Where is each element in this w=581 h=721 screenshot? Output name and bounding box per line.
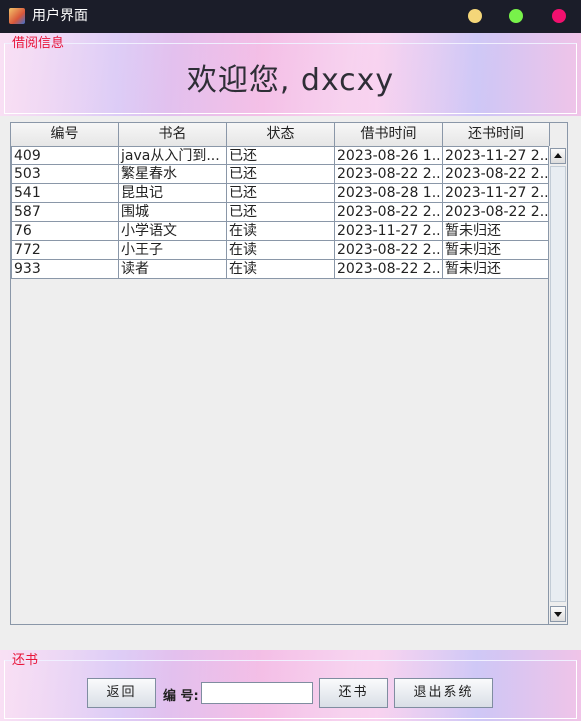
table-cell[interactable]: 已还 bbox=[227, 184, 335, 203]
return-book-button[interactable]: 还书 bbox=[319, 678, 388, 708]
table-cell[interactable]: 541 bbox=[11, 184, 119, 203]
welcome-text: 欢迎您, dxcxy bbox=[186, 63, 395, 98]
table-cell[interactable]: 暂未归还 bbox=[443, 241, 550, 260]
table-row[interactable]: 772 小王子 在读 2023-08-22 2... 暂未归还 bbox=[11, 241, 550, 260]
table-cell[interactable]: 繁星春水 bbox=[119, 165, 227, 184]
exit-system-button[interactable]: 退出系统 bbox=[394, 678, 493, 708]
arrow-up-icon bbox=[554, 153, 562, 158]
table-cell[interactable]: 围城 bbox=[119, 203, 227, 222]
table-cell[interactable]: 2023-11-27 2... bbox=[443, 184, 550, 203]
column-header[interactable]: 书名 bbox=[119, 123, 227, 146]
table-cell[interactable]: 2023-11-27 2... bbox=[443, 146, 550, 165]
table-row[interactable]: 76 小学语文 在读 2023-11-27 2... 暂未归还 bbox=[11, 222, 550, 241]
back-button[interactable]: 返回 bbox=[87, 678, 156, 708]
java-app-icon bbox=[9, 8, 25, 24]
return-panel-title: 还书 bbox=[12, 653, 39, 668]
arrow-down-icon bbox=[554, 612, 562, 617]
scroll-up-button[interactable] bbox=[550, 148, 566, 164]
table-cell[interactable]: 已还 bbox=[227, 146, 335, 165]
table-cell[interactable]: 2023-08-22 2... bbox=[335, 241, 443, 260]
table-cell[interactable]: 76 bbox=[11, 222, 119, 241]
table-cell[interactable]: 503 bbox=[11, 165, 119, 184]
table-cell[interactable]: 2023-08-28 1... bbox=[335, 184, 443, 203]
table-cell[interactable]: 933 bbox=[11, 260, 119, 279]
table-cell[interactable]: 587 bbox=[11, 203, 119, 222]
column-header[interactable]: 编号 bbox=[11, 123, 119, 146]
table-cell[interactable]: 在读 bbox=[227, 222, 335, 241]
table-cell[interactable]: 409 bbox=[11, 146, 119, 165]
window-title: 用户界面 bbox=[32, 8, 88, 24]
table-cell[interactable]: 2023-08-22 2... bbox=[335, 260, 443, 279]
table-cell[interactable]: 读者 bbox=[119, 260, 227, 279]
id-label: 编 号: bbox=[163, 689, 199, 704]
table-row[interactable]: 933 读者 在读 2023-08-22 2... 暂未归还 bbox=[11, 260, 550, 279]
return-panel: 还书 返回 编 号: 还书 退出系统 bbox=[0, 650, 581, 721]
borrow-info-title: 借阅信息 bbox=[12, 36, 65, 51]
table-row[interactable]: 409 java从入门到... 已还 2023-08-26 1... 2023-11-2… bbox=[11, 146, 550, 165]
title-bar: 用户界面 bbox=[0, 0, 581, 33]
table-cell[interactable]: 在读 bbox=[227, 260, 335, 279]
scroll-track[interactable] bbox=[550, 166, 566, 602]
table-cell[interactable]: java从入门到... bbox=[119, 146, 227, 165]
table-cell[interactable]: 2023-08-22 2... bbox=[443, 165, 550, 184]
table-cell[interactable]: 2023-08-22 2... bbox=[335, 203, 443, 222]
table-cell[interactable]: 小学语文 bbox=[119, 222, 227, 241]
column-header[interactable]: 还书时间 bbox=[443, 123, 550, 146]
column-header[interactable]: 借书时间 bbox=[335, 123, 443, 146]
close-button[interactable] bbox=[552, 9, 566, 23]
minimize-button[interactable] bbox=[468, 9, 482, 23]
table-cell[interactable]: 小王子 bbox=[119, 241, 227, 260]
table-body: 409 java从入门到... 已还 2023-08-26 1... 2023-11-2… bbox=[11, 146, 550, 279]
table-row[interactable]: 541 昆虫记 已还 2023-08-28 1... 2023-11-27 2... bbox=[11, 184, 550, 203]
book-id-input[interactable] bbox=[201, 682, 313, 704]
borrow-info-panel: 借阅信息 欢迎您, dxcxy bbox=[0, 33, 581, 116]
scroll-down-button[interactable] bbox=[550, 606, 566, 622]
table-cell[interactable]: 2023-08-22 2... bbox=[443, 203, 550, 222]
table-cell[interactable]: 昆虫记 bbox=[119, 184, 227, 203]
table-cell[interactable]: 772 bbox=[11, 241, 119, 260]
table-cell[interactable]: 暂未归还 bbox=[443, 222, 550, 241]
table-cell[interactable]: 暂未归还 bbox=[443, 260, 550, 279]
table-cell[interactable]: 2023-08-22 2... bbox=[335, 165, 443, 184]
table-row[interactable]: 503 繁星春水 已还 2023-08-22 2... 2023-08-22 2... bbox=[11, 165, 550, 184]
table-row[interactable]: 587 围城 已还 2023-08-22 2... 2023-08-22 2... bbox=[11, 203, 550, 222]
table-cell[interactable]: 2023-08-26 1... bbox=[335, 146, 443, 165]
column-header[interactable]: 状态 bbox=[227, 123, 335, 146]
vertical-scrollbar[interactable] bbox=[548, 146, 567, 624]
table-cell[interactable]: 在读 bbox=[227, 241, 335, 260]
table-header: 编号 书名 状态 借书时间 还书时间 bbox=[11, 123, 550, 147]
table-cell[interactable]: 已还 bbox=[227, 203, 335, 222]
table-cell[interactable]: 已还 bbox=[227, 165, 335, 184]
maximize-button[interactable] bbox=[509, 9, 523, 23]
table-cell[interactable]: 2023-11-27 2... bbox=[335, 222, 443, 241]
borrow-table[interactable]: 编号 书名 状态 借书时间 还书时间 409 java从入门到... 已还 2023-08-2… bbox=[10, 122, 568, 625]
